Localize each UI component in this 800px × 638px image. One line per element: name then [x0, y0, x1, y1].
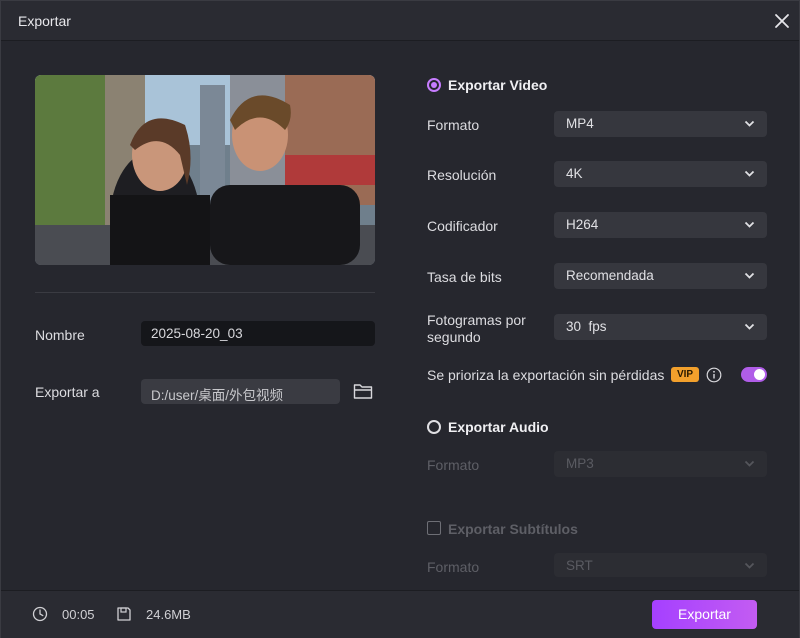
audio-format-value: MP3	[566, 456, 594, 471]
title-bar: Exportar	[1, 1, 799, 41]
audio-format-label: Formato	[427, 457, 480, 473]
vip-badge: VIP	[671, 367, 699, 382]
save-disk-icon	[117, 607, 131, 621]
name-input[interactable]: 2025-08-20_03	[141, 321, 375, 346]
encoder-value: H264	[566, 217, 599, 232]
chevron-down-icon	[744, 120, 755, 127]
audio-format-select[interactable]: MP3	[554, 451, 767, 477]
fps-value: 30 fps	[566, 319, 607, 334]
fps-label-line2: segundo	[427, 329, 481, 345]
subtitles-format-select[interactable]: SRT	[554, 553, 767, 577]
encoder-label: Codificador	[427, 218, 498, 234]
chevron-down-icon	[744, 460, 755, 467]
export-to-label: Exportar a	[35, 384, 100, 400]
video-preview-thumbnail	[35, 75, 375, 265]
chevron-down-icon	[744, 170, 755, 177]
subtitles-format-label: Formato	[427, 559, 480, 575]
left-divider	[35, 292, 375, 293]
video-format-label: Formato	[427, 117, 480, 133]
bitrate-label: Tasa de bits	[427, 269, 502, 285]
resolution-value: 4K	[566, 166, 583, 181]
resolution-select[interactable]: 4K	[554, 161, 767, 187]
export-path-field[interactable]: D:/user/桌面/外包视频	[141, 379, 340, 404]
video-format-value: MP4	[566, 116, 594, 131]
export-dialog: Exportar Nombre 2025-08-20_03 Exportar a…	[0, 0, 800, 638]
chevron-down-icon	[744, 221, 755, 228]
lossless-toggle[interactable]	[741, 367, 767, 382]
export-button[interactable]: Exportar	[652, 600, 757, 629]
encoder-select[interactable]: H264	[554, 212, 767, 238]
fps-label-line1: Fotogramas por	[427, 312, 526, 328]
export-video-radio[interactable]	[427, 78, 441, 92]
resolution-label: Resolución	[427, 167, 497, 183]
export-subtitles-title: Exportar Subtítulos	[448, 521, 578, 537]
export-video-title: Exportar Video	[448, 77, 548, 93]
chevron-down-icon	[744, 272, 755, 279]
fps-select[interactable]: 30 fps	[554, 314, 767, 340]
clock-icon	[32, 606, 48, 622]
close-icon[interactable]	[772, 11, 792, 31]
folder-icon[interactable]	[353, 382, 373, 400]
export-audio-radio[interactable]	[427, 420, 441, 434]
subtitles-format-value: SRT	[566, 558, 593, 573]
bitrate-select[interactable]: Recomendada	[554, 263, 767, 289]
export-audio-title: Exportar Audio	[448, 419, 549, 435]
info-icon[interactable]	[706, 367, 722, 383]
duration-text: 00:05	[62, 607, 95, 622]
file-size-text: 24.6MB	[146, 607, 191, 622]
name-label: Nombre	[35, 327, 85, 343]
bitrate-value: Recomendada	[566, 268, 654, 283]
chevron-down-icon	[744, 323, 755, 330]
dialog-title: Exportar	[18, 13, 71, 29]
export-subtitles-checkbox[interactable]	[427, 521, 441, 535]
lossless-label: Se prioriza la exportación sin pérdidas	[427, 367, 665, 383]
chevron-down-icon	[744, 562, 755, 569]
video-format-select[interactable]: MP4	[554, 111, 767, 137]
